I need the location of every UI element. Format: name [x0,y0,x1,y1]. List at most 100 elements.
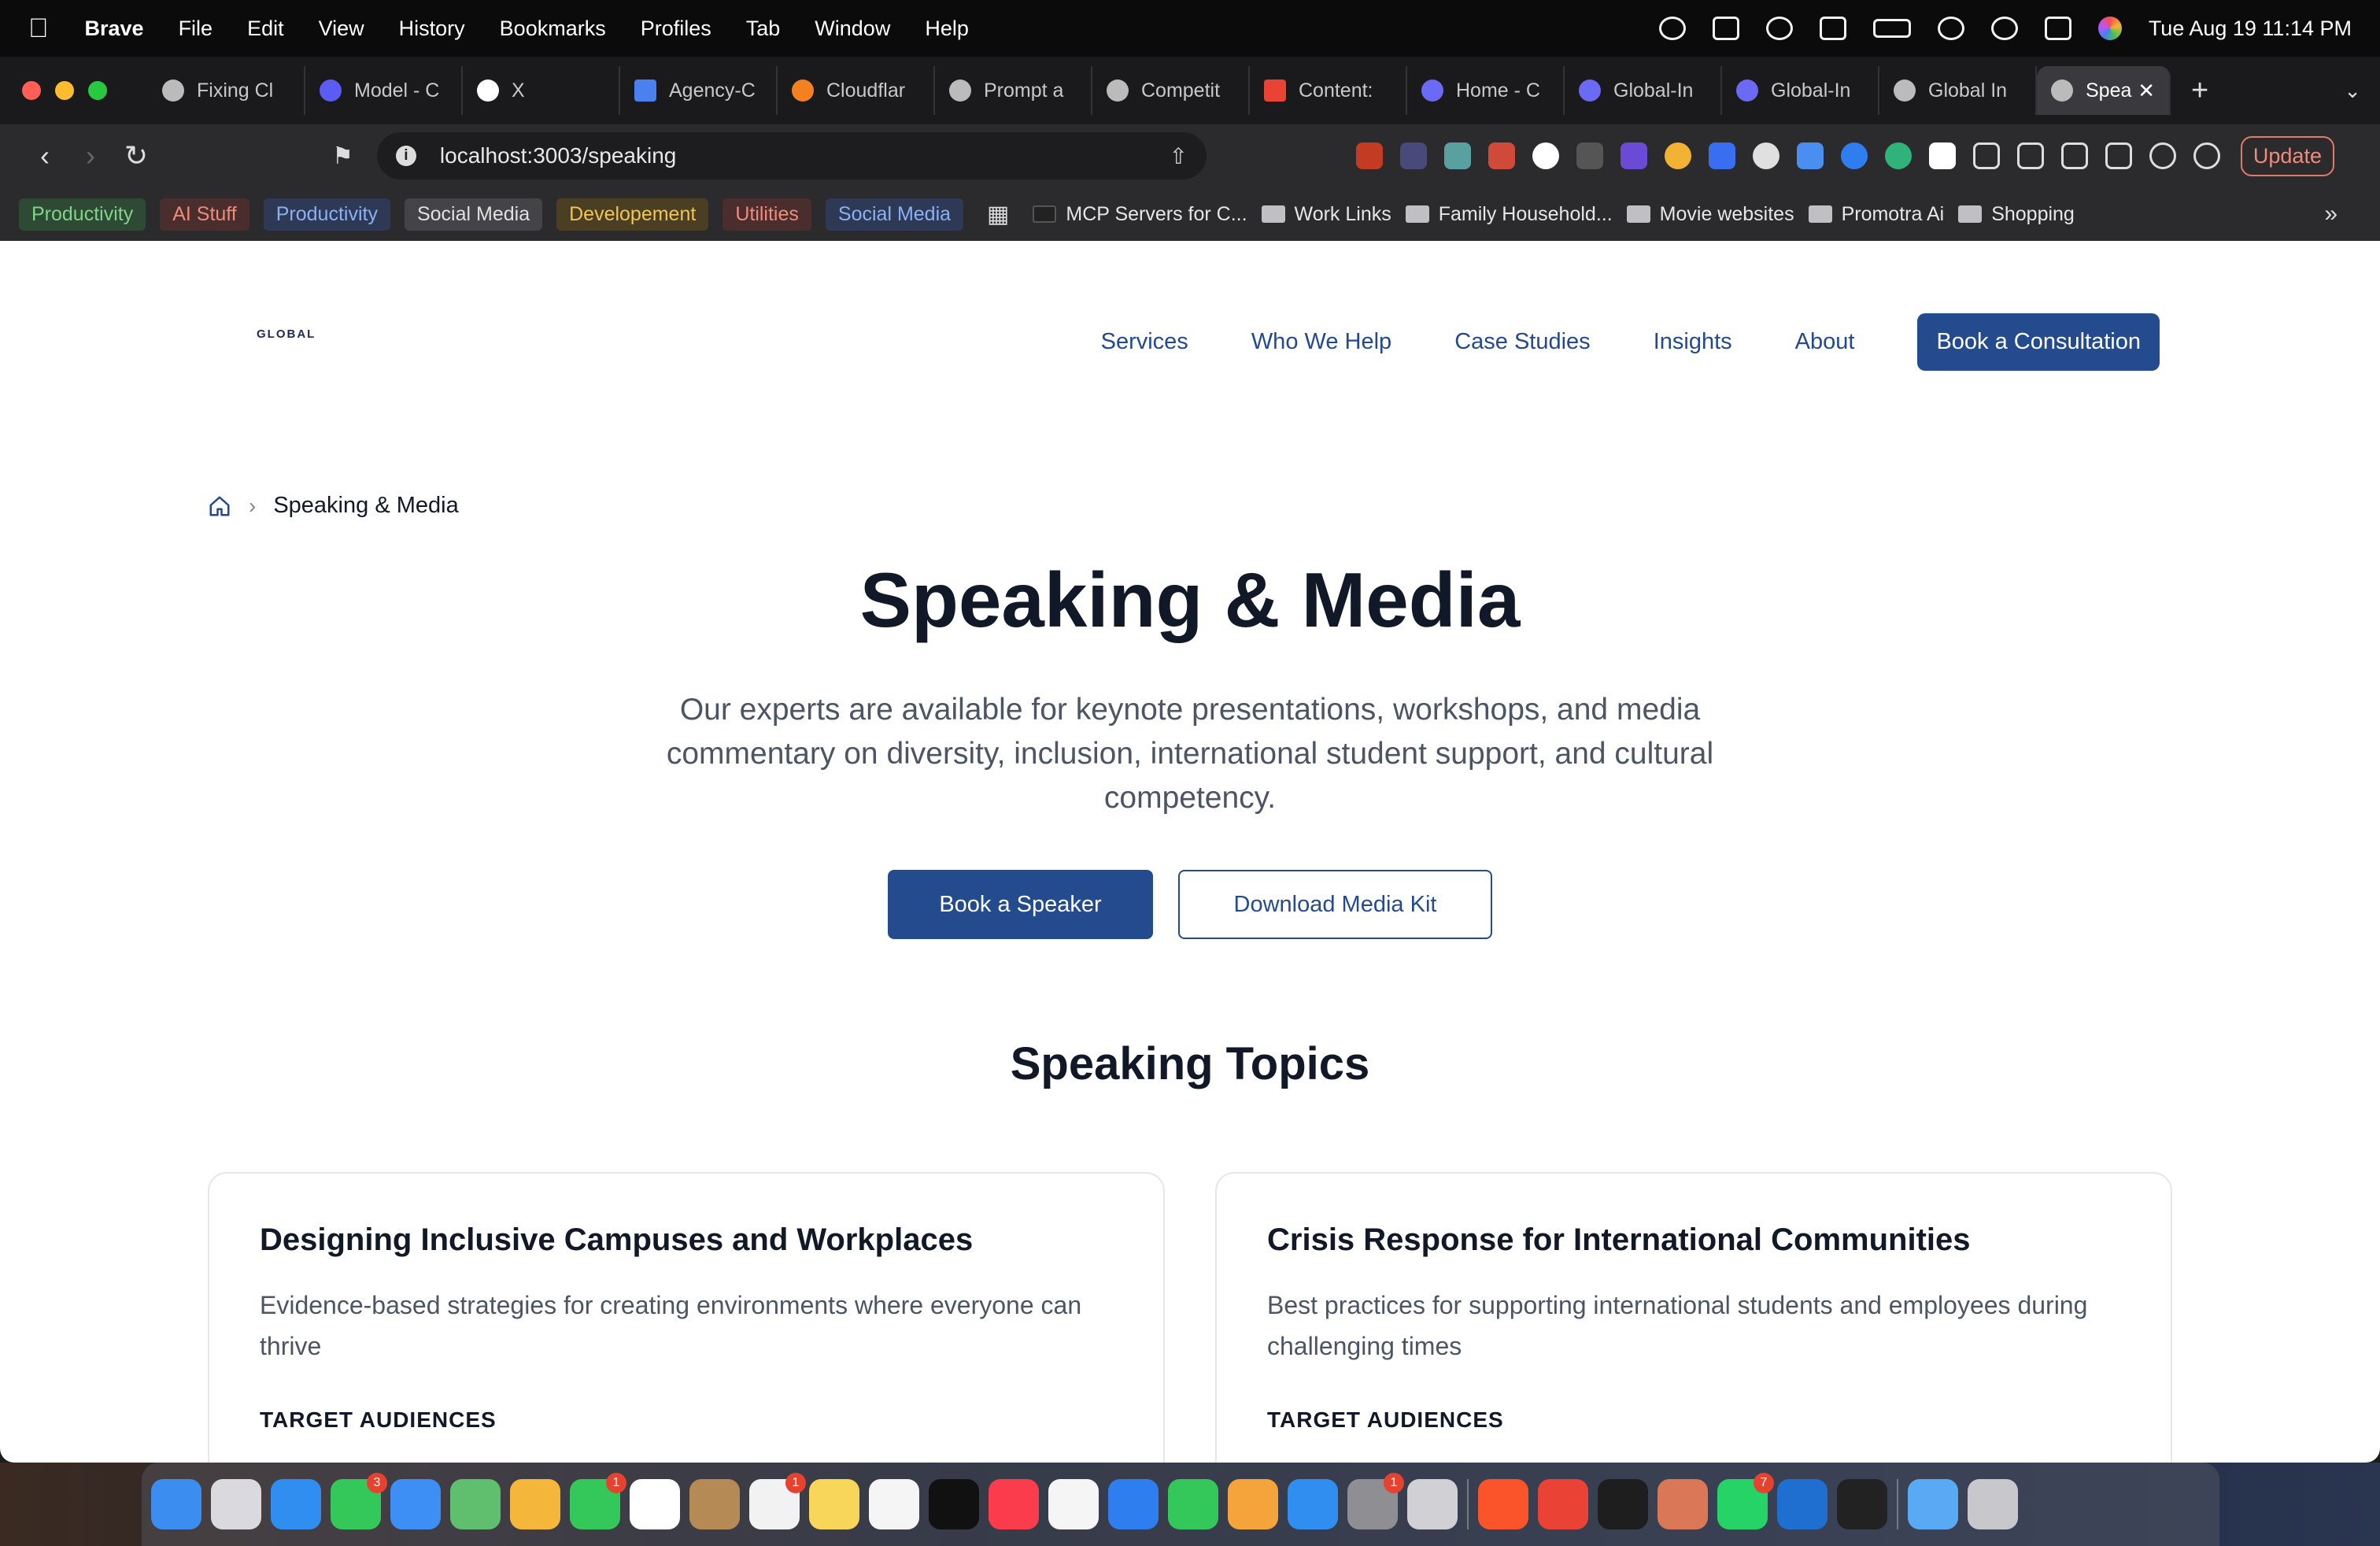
dock-notes-icon[interactable] [809,1479,859,1529]
downloads-icon[interactable] [2016,142,2044,169]
dock-downloads-folder-icon[interactable] [1908,1479,1958,1529]
bookmark-folder[interactable]: Promotra Ai [1808,203,1944,226]
extension-icon[interactable] [1708,142,1735,169]
weather-status-icon[interactable] [1765,17,1793,40]
dock-vscode-icon[interactable] [1777,1479,1828,1529]
dock-trash-icon[interactable] [1968,1479,2018,1529]
bookmark-group[interactable]: AI Stuff [160,198,249,231]
bookmark-folder[interactable]: Work Links [1261,203,1391,226]
book-consultation-button[interactable]: Book a Consultation [1917,313,2160,371]
brave-shields-icon[interactable] [1355,142,1383,169]
bookmark-group[interactable]: Developement [556,198,709,231]
wallet-icon[interactable] [2105,142,2132,169]
bookmark-item[interactable]: MCP Servers for C... [1033,203,1247,226]
tab[interactable]: Fixing Cl [148,66,305,115]
menu-help[interactable]: Help [925,17,969,41]
minimize-window-button[interactable] [55,81,74,100]
dock-pages-icon[interactable] [1228,1479,1278,1529]
battery-icon[interactable] [1872,19,1911,38]
menu-app-name[interactable]: Brave [85,17,144,41]
vpn-icon[interactable] [2193,142,2220,169]
extension-icon[interactable] [1576,142,1603,169]
nav-case-studies[interactable]: Case Studies [1454,329,1591,355]
download-media-kit-button[interactable]: Download Media Kit [1178,870,1492,939]
tab-search-chevron-icon[interactable]: ⌄ [2344,79,2361,103]
tab[interactable]: Content: [1250,66,1407,115]
tab[interactable]: Cloudflar [778,66,935,115]
site-info-icon[interactable]: i [395,146,416,166]
extension-icon[interactable] [1752,142,1779,169]
extension-icon[interactable] [1532,142,1559,169]
zoom-window-button[interactable] [88,81,107,100]
spotlight-search-icon[interactable] [1990,17,2018,40]
tab[interactable]: Competit [1092,66,1250,115]
menu-bookmarks[interactable]: Bookmarks [500,17,606,41]
dock-maps-icon[interactable] [450,1479,501,1529]
home-icon[interactable] [208,494,231,518]
dock-freeform-icon[interactable] [869,1479,919,1529]
url-text[interactable]: localhost:3003/speaking [440,143,676,168]
site-logo[interactable]: GLOBAL [257,327,316,341]
claude-status-icon[interactable] [1658,17,1686,40]
tab[interactable]: Model - C [305,66,463,115]
tab-groups-grid-icon[interactable]: ▦ [987,201,1009,228]
menu-history[interactable]: History [399,17,465,41]
dock-terminal-icon[interactable] [1598,1479,1648,1529]
bookmark-folder[interactable]: Movie websites [1626,203,1794,226]
sidebar-icon[interactable] [2060,142,2088,169]
nav-insights[interactable]: Insights [1654,329,1732,355]
extension-icon[interactable] [1840,142,1868,169]
dock-brave-icon[interactable] [1478,1479,1528,1529]
extension-icon[interactable] [1664,142,1691,169]
tab[interactable]: X [463,66,620,115]
dock-finder-icon[interactable] [151,1479,201,1529]
dock-claude-icon[interactable] [1658,1479,1708,1529]
dock-contacts-icon[interactable] [689,1479,740,1529]
more-bookmarks-button[interactable]: » [2324,201,2338,227]
nav-who-we-help[interactable]: Who We Help [1251,329,1391,355]
dock-facetime-icon[interactable]: 1 [570,1473,626,1529]
dock-keynote-icon[interactable] [1108,1479,1159,1529]
bookmark-icon[interactable]: ⚑ [332,142,353,170]
new-tab-button[interactable]: + [2191,74,2208,108]
dock-safari-icon[interactable] [271,1479,321,1529]
dock-chrome-icon[interactable] [1538,1479,1588,1529]
dock-calendar-icon[interactable] [630,1479,680,1529]
dock-numbers-icon[interactable] [1168,1479,1218,1529]
clock[interactable]: Tue Aug 19 11:14 PM [2149,17,2352,41]
bookmark-group[interactable]: Social Media [825,198,964,231]
menu-file[interactable]: File [179,17,213,41]
dock-system-settings-icon[interactable]: 1 [1347,1473,1404,1529]
dock-messages-icon[interactable]: 3 [331,1473,387,1529]
dock-iphone-mirroring-icon[interactable] [1407,1479,1458,1529]
siri-icon[interactable] [2097,17,2122,40]
nav-about[interactable]: About [1795,329,1855,355]
dock-whatsapp-icon[interactable]: 7 [1717,1473,1774,1529]
book-speaker-button[interactable]: Book a Speaker [888,870,1153,939]
dock-launchpad-icon[interactable] [211,1479,261,1529]
dock-app-store-icon[interactable] [1288,1479,1338,1529]
tab[interactable]: Global-In [1722,66,1879,115]
tab[interactable]: Prompt a [935,66,1092,115]
wifi-icon[interactable] [1937,17,1964,40]
back-button[interactable]: ‹ [22,139,68,172]
dock-photos-icon[interactable] [510,1479,560,1529]
notes-status-icon[interactable] [1819,17,1846,40]
dock-reminders-icon[interactable]: 1 [749,1473,806,1529]
bookmark-group[interactable]: Productivity [263,198,390,231]
forward-button[interactable]: › [68,139,113,172]
update-button[interactable]: Update [2240,135,2334,176]
tab-active[interactable]: Spea ✕ [2037,66,2171,115]
extension-icon[interactable] [1884,142,1912,169]
close-tab-icon[interactable]: ✕ [2138,79,2155,103]
leo-ai-icon[interactable] [2149,142,2176,169]
dock-mail-icon[interactable] [390,1479,441,1529]
dock-music-icon[interactable] [989,1479,1039,1529]
nav-services[interactable]: Services [1101,329,1188,355]
extension-icon[interactable] [1796,142,1824,169]
tab[interactable]: Agency-C [620,66,778,115]
share-icon[interactable]: ⇧ [1169,143,1187,169]
apple-menu-icon[interactable]:  [28,13,49,44]
extension-icon[interactable] [1928,142,1956,169]
menu-view[interactable]: View [319,17,364,41]
